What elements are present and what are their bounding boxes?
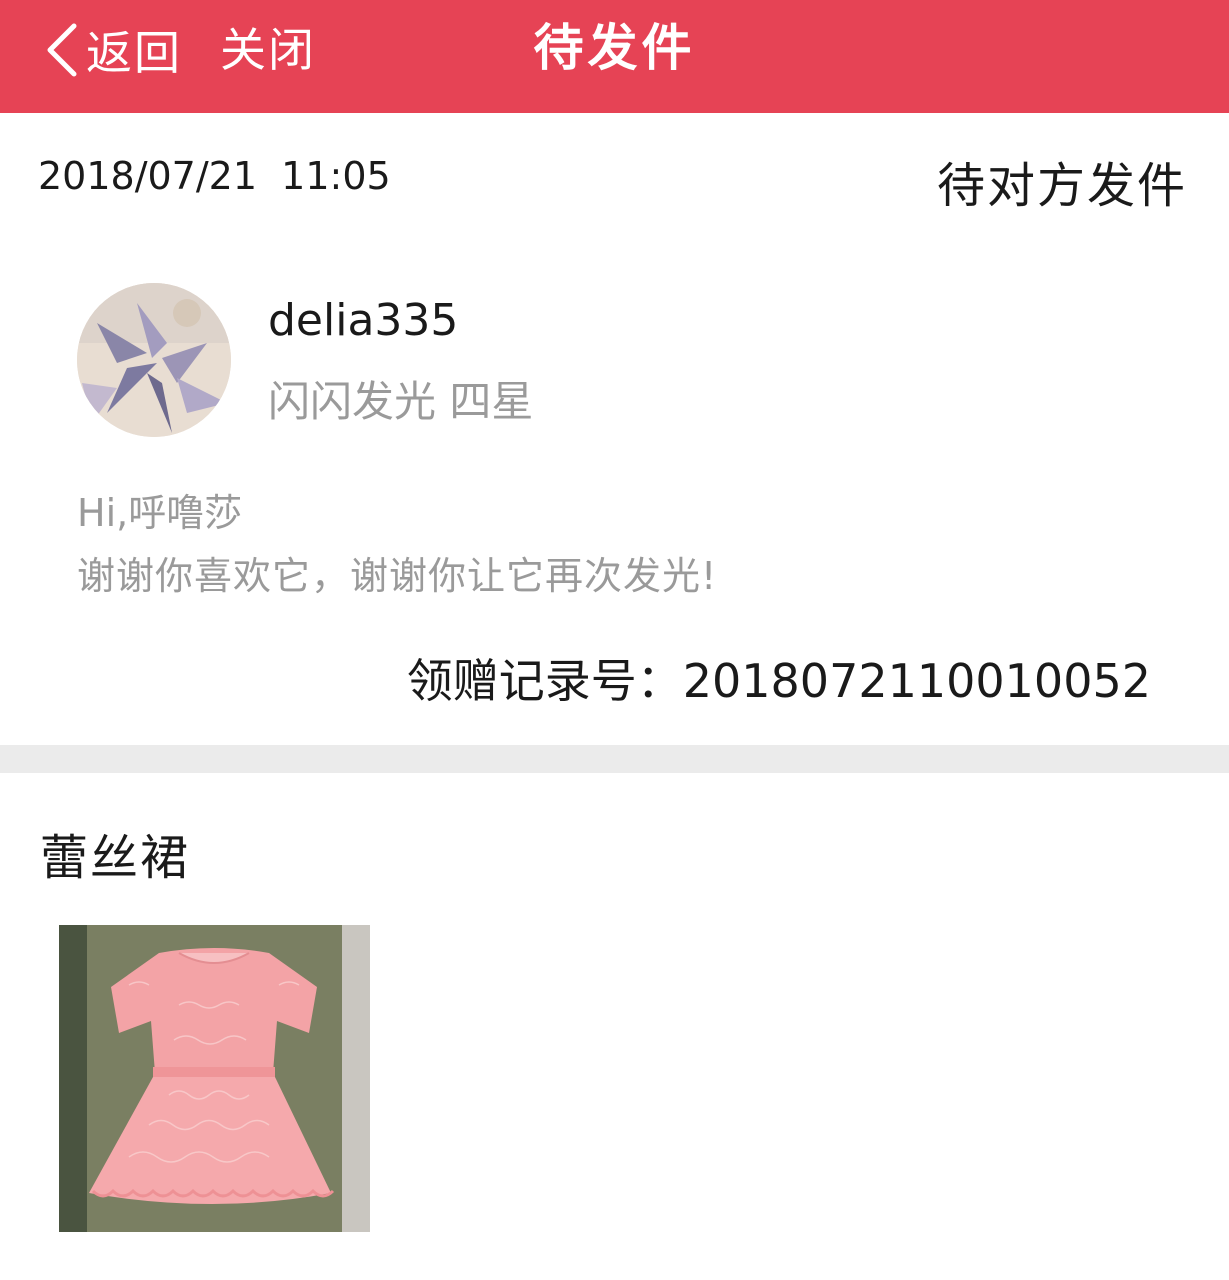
pink-lace-dress-photo-icon — [59, 925, 370, 1232]
donor-username: delia335 — [268, 295, 459, 346]
item-photo[interactable] — [59, 925, 370, 1232]
top-navigation-bar: 返回 关闭 待发件 — [0, 0, 1229, 113]
donor-level-badge: 闪闪发光 四星 — [268, 377, 534, 426]
record-number-row: 领赠记录号：2018072110010052 — [407, 645, 1151, 711]
record-number-label: 领赠记录号： — [406, 654, 683, 708]
page-title: 待发件 — [533, 19, 696, 77]
record-number-value: 2018072110010052 — [682, 654, 1151, 708]
donor-avatar[interactable] — [77, 283, 231, 437]
order-status: 待对方发件 — [936, 158, 1187, 214]
section-divider — [0, 745, 1229, 773]
message-greeting: Hi,呼噜莎 — [77, 491, 243, 535]
item-title: 蕾丝裙 — [40, 830, 191, 886]
message-body: 谢谢你喜欢它，谢谢你让它再次发光! — [77, 554, 718, 598]
avatar-image — [77, 283, 231, 437]
order-datetime: 2018/07/21 11:05 — [38, 154, 391, 198]
